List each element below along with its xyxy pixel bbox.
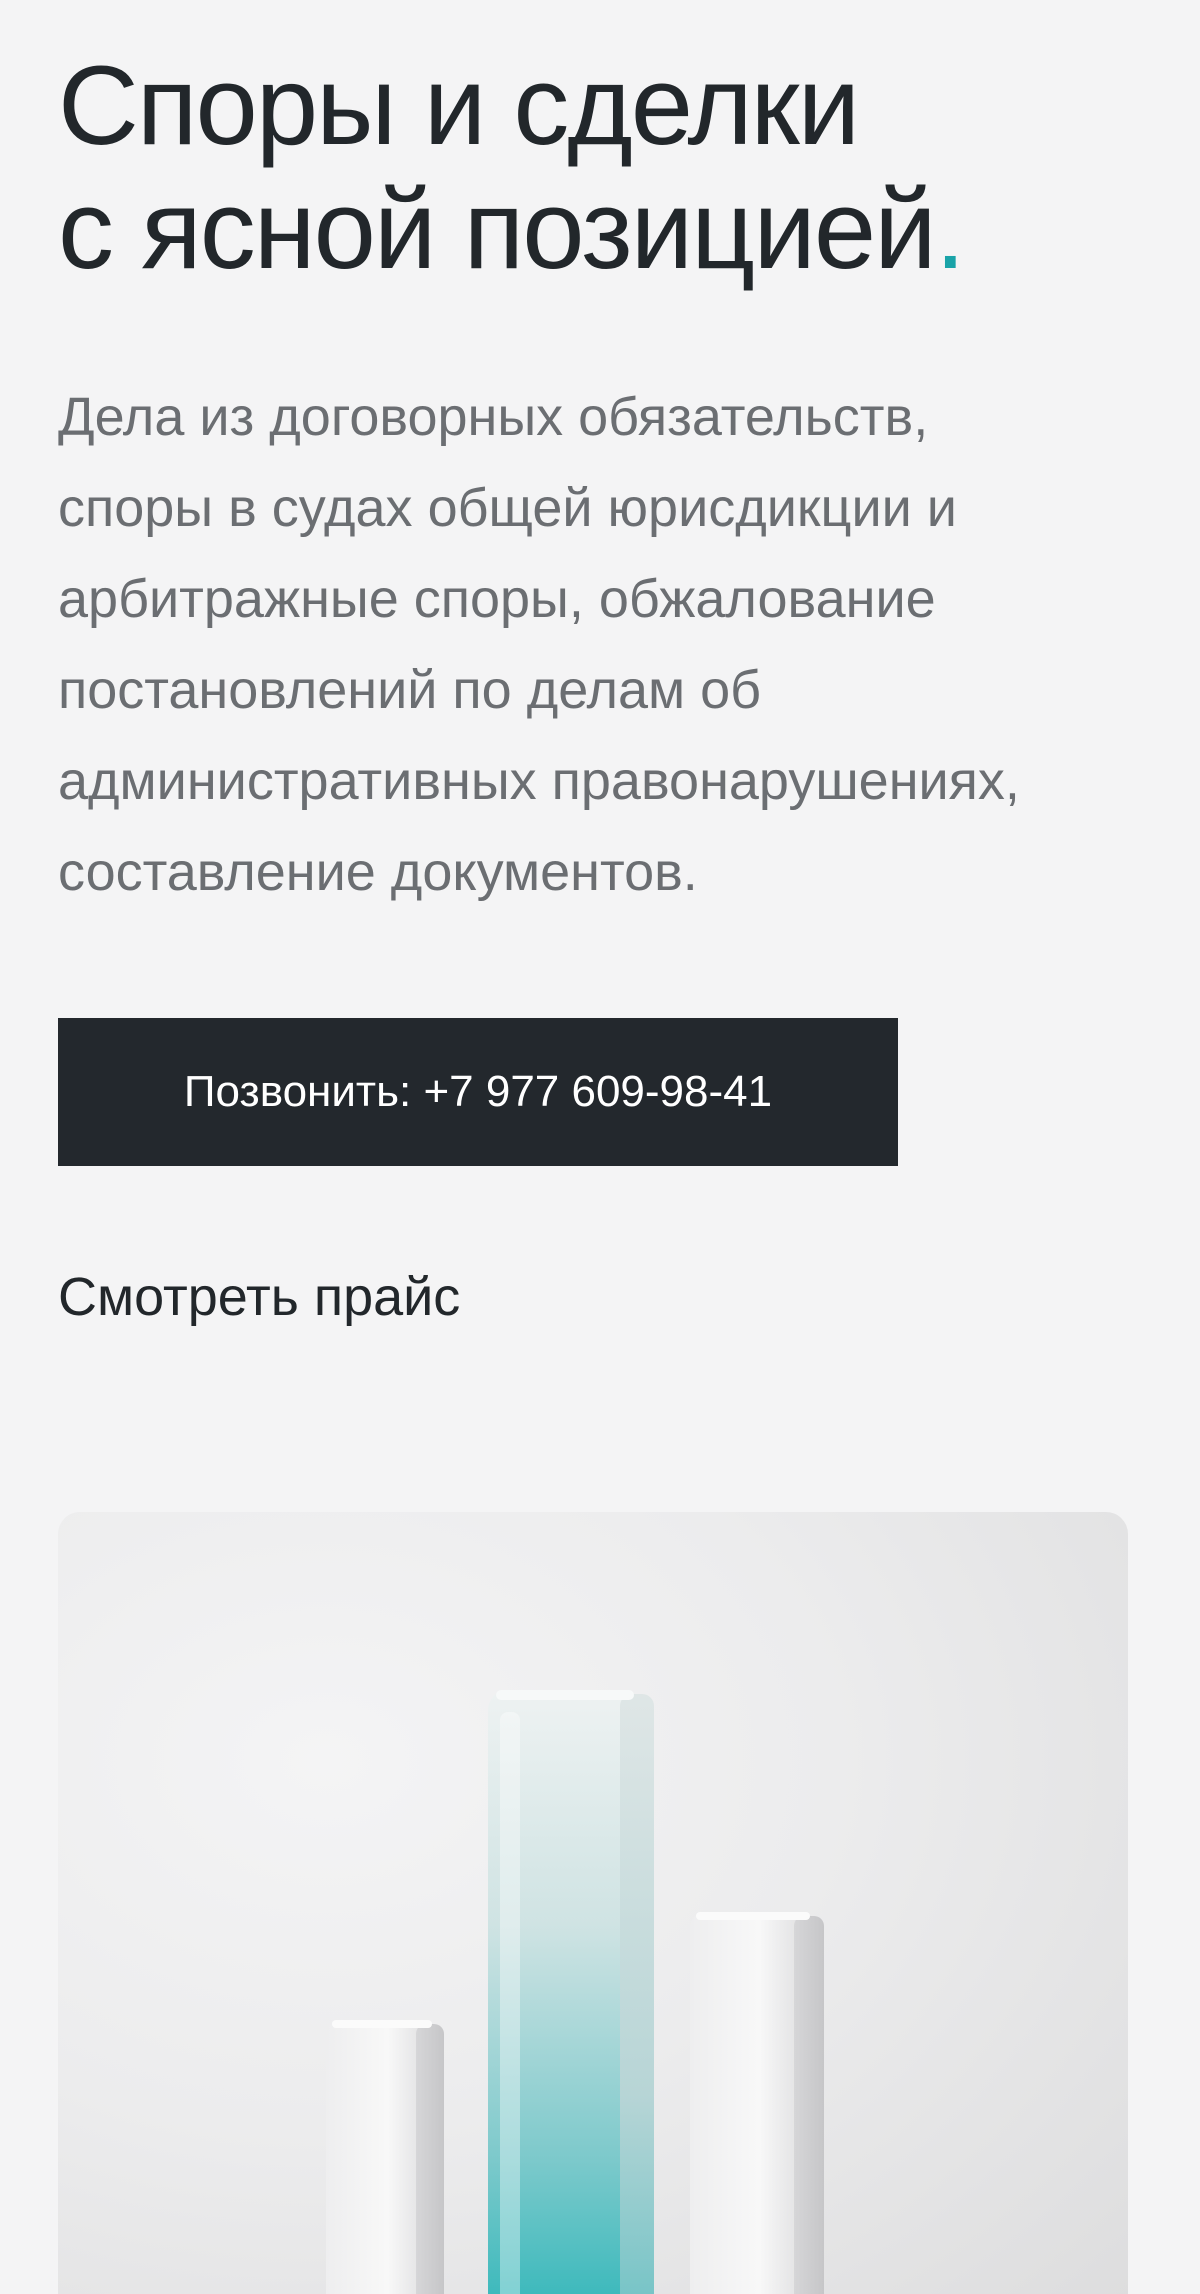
hero-title: Споры и сделки с ясной позицией. [58, 43, 966, 292]
hero-description-line: административных правонарушениях, [58, 751, 1020, 811]
hero-description: Дела из договорных обязательств, споры в… [58, 372, 1148, 918]
bar-right [690, 1912, 824, 2294]
call-button[interactable]: Позвонить: +7 977 609-98-41 [58, 1018, 898, 1166]
bar-left [326, 2020, 444, 2294]
hero-description-line: Дела из договорных обязательств, [58, 387, 929, 447]
hero-description-line: составление документов. [58, 842, 698, 902]
hero-title-line-1: Споры и сделки [58, 43, 860, 168]
hero-title-line-2: с ясной позицией. [58, 167, 966, 292]
hero-description-line: споры в судах общей юрисдикции и [58, 478, 957, 538]
view-price-link[interactable]: Смотреть прайс [58, 1262, 460, 1332]
bar-center [488, 1690, 654, 2294]
hero-image [58, 1512, 1128, 2294]
hero-title-line-2-text: с ясной позицией [58, 167, 937, 292]
hero-description-line: постановлений по делам об [58, 660, 762, 720]
glass-bars-illustration [326, 1690, 824, 2294]
accent-dot: . [934, 167, 966, 292]
page: Споры и сделки с ясной позицией. Дела из… [0, 0, 1200, 2294]
hero-description-line: арбитражные споры, обжалование [58, 569, 936, 629]
